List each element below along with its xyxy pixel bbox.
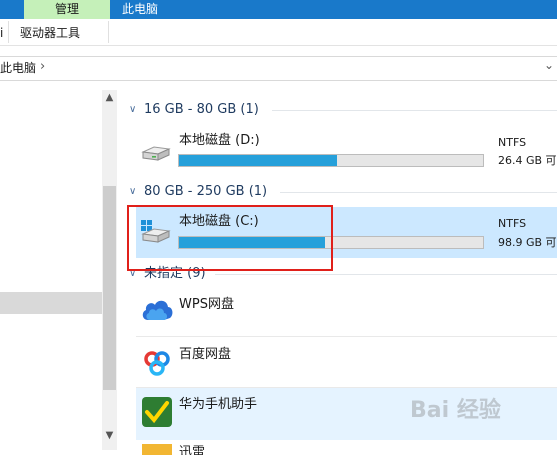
huawei-hisuite-icon xyxy=(141,396,173,432)
scroll-down-icon[interactable]: ▼ xyxy=(102,430,117,441)
ribbon-divider xyxy=(108,21,109,43)
tab-manage[interactable]: 管理 xyxy=(24,0,110,19)
nav-scrollbar-thumb[interactable] xyxy=(103,186,116,390)
group-divider xyxy=(215,274,557,275)
thunder-app-name[interactable]: 迅雷 xyxy=(179,444,205,455)
baidu-netdisk-icon xyxy=(142,347,172,381)
ribbon-divider xyxy=(8,21,9,43)
group-header[interactable]: 16 GB - 80 GB (1) xyxy=(144,102,259,118)
group-divider xyxy=(272,110,557,111)
huawei-app-name[interactable]: 华为手机助手 xyxy=(179,396,257,414)
row-divider xyxy=(136,336,557,337)
ribbon-partial-label[interactable]: i xyxy=(0,25,3,41)
drive-c-free-space: 98.9 GB 可 xyxy=(498,236,557,249)
group-divider xyxy=(280,192,557,193)
watermark: Bai 经验 xyxy=(410,398,501,423)
annotation-highlight-box xyxy=(127,205,333,271)
group-collapse-icon[interactable]: ∨ xyxy=(129,186,136,197)
group-header[interactable]: 80 GB - 250 GB (1) xyxy=(144,184,267,200)
nav-selected-item[interactable] xyxy=(0,292,102,314)
tab-this-pc[interactable]: 此电脑 xyxy=(122,0,158,19)
baidu-drive-name[interactable]: 百度网盘 xyxy=(179,346,231,364)
hard-drive-icon xyxy=(140,140,172,168)
address-bar[interactable] xyxy=(0,56,557,81)
ribbon-command-bar xyxy=(0,19,557,46)
wps-drive-name[interactable]: WPS网盘 xyxy=(179,296,234,314)
wps-cloud-icon xyxy=(140,294,174,328)
drive-d-usage-fill xyxy=(179,155,338,166)
address-history-dropdown-icon[interactable]: ⌄ xyxy=(544,58,554,72)
group-collapse-icon[interactable]: ∨ xyxy=(129,104,136,115)
drive-d-filesystem: NTFS xyxy=(498,136,527,149)
drive-d-free-space: 26.4 GB 可 xyxy=(498,154,557,167)
breadcrumb-this-pc[interactable]: 此电脑 xyxy=(0,60,36,76)
drive-d-name[interactable]: 本地磁盘 (D:) xyxy=(179,132,260,150)
breadcrumb-chevron-icon[interactable]: › xyxy=(40,59,45,74)
drive-tools-tab[interactable]: 驱动器工具 xyxy=(20,25,80,41)
scroll-up-icon[interactable]: ▲ xyxy=(102,92,117,103)
thunder-icon xyxy=(142,444,172,455)
drive-d-usage-bar xyxy=(178,154,484,167)
drive-c-filesystem: NTFS xyxy=(498,217,527,230)
